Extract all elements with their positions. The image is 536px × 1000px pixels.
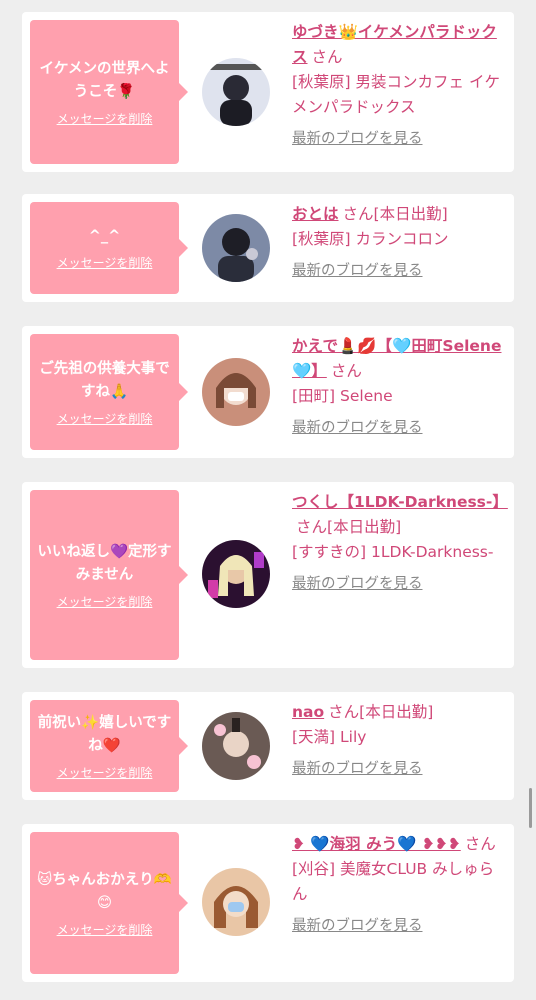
message-card: ^_^ メッセージを削除 おとは さん[本日出勤] [秋葉原] カランコロン 最新…	[22, 194, 514, 302]
message-bubble: ご先祖の供養大事ですね🙏 メッセージを削除	[30, 334, 188, 450]
shop-name: [秋葉原] 男装コンカフェ イケメンパラドックス	[292, 73, 500, 116]
work-status: [本日出勤]	[373, 205, 448, 223]
shop-name: [天満] Lily	[292, 728, 367, 746]
latest-blog-link[interactable]: 最新のブログを見る	[292, 572, 506, 597]
avatar[interactable]	[202, 214, 270, 282]
message-card: イケメンの世界へようこそ🌹 メッセージを削除 ゆづき👑イケメンパラドックス さん …	[22, 12, 514, 172]
sender-info: ゆづき👑イケメンパラドックス さん [秋葉原] 男装コンカフェ イケメンパラドック…	[292, 20, 506, 152]
message-text: ご先祖の供養大事ですね🙏	[39, 360, 170, 400]
delete-message-link[interactable]: メッセージを削除	[57, 764, 153, 781]
avatar[interactable]	[202, 712, 270, 780]
avatar[interactable]	[202, 540, 270, 608]
message-bubble: ^_^ メッセージを削除	[30, 202, 188, 294]
delete-message-link[interactable]: メッセージを削除	[57, 410, 153, 427]
sender-name-link[interactable]: nao	[292, 703, 324, 721]
message-card: 前祝い✨嬉しいですね❤️ メッセージを削除 nao さん[本日出勤] [天満] L…	[22, 692, 514, 800]
latest-blog-link[interactable]: 最新のブログを見る	[292, 127, 506, 152]
shop-name: [刈谷] 美魔女CLUB みしゅらん	[292, 860, 495, 903]
sender-name-link[interactable]: おとは	[292, 205, 339, 223]
latest-blog-link[interactable]: 最新のブログを見る	[292, 914, 506, 939]
avatar[interactable]	[202, 868, 270, 936]
work-status: [本日出勤]	[359, 703, 434, 721]
sender-name-link[interactable]: つくし【1LDK-Darkness-】	[292, 493, 508, 511]
honorific: さん	[342, 205, 374, 223]
sender-name-link[interactable]: かえで💄💋【🩵田町Selene🩵】	[292, 337, 501, 380]
message-text: イケメンの世界へようこそ🌹	[39, 60, 170, 100]
scrollbar[interactable]	[529, 788, 532, 828]
message-card: 🐱ちゃんおかえり🫶😊 メッセージを削除 ❥ 💙海羽 みう💙 ❥❥❥ さん [刈谷]…	[22, 824, 514, 982]
honorific: さん	[296, 518, 328, 536]
shop-name: [田町] Selene	[292, 387, 393, 405]
shop-name: [秋葉原] カランコロン	[292, 230, 449, 248]
sender-info: nao さん[本日出勤] [天満] Lily 最新のブログを見る	[292, 700, 506, 782]
avatar[interactable]	[202, 358, 270, 426]
sender-info: つくし【1LDK-Darkness-】さん[本日出勤] [すすきの] 1LDK-…	[292, 490, 508, 597]
honorific: さん	[328, 703, 360, 721]
message-text: ^_^	[88, 228, 121, 244]
latest-blog-link[interactable]: 最新のブログを見る	[292, 757, 506, 782]
shop-name: [すすきの] 1LDK-Darkness-	[292, 543, 494, 561]
delete-message-link[interactable]: メッセージを削除	[57, 110, 153, 127]
message-card: ご先祖の供養大事ですね🙏 メッセージを削除 かえで💄💋【🩵田町Selene🩵】さ…	[22, 326, 514, 458]
message-text: 前祝い✨嬉しいですね❤️	[37, 714, 172, 754]
message-bubble: 前祝い✨嬉しいですね❤️ メッセージを削除	[30, 700, 188, 792]
delete-message-link[interactable]: メッセージを削除	[57, 254, 153, 271]
honorific: さん	[464, 835, 496, 853]
sender-info: おとは さん[本日出勤] [秋葉原] カランコロン 最新のブログを見る	[292, 202, 506, 284]
latest-blog-link[interactable]: 最新のブログを見る	[292, 416, 506, 441]
message-text: 🐱ちゃんおかえり🫶😊	[37, 871, 172, 911]
work-status: [本日出勤]	[327, 518, 402, 536]
message-text: いいね返し💜定形すみません	[37, 543, 172, 583]
delete-message-link[interactable]: メッセージを削除	[57, 593, 153, 610]
message-bubble: 🐱ちゃんおかえり🫶😊 メッセージを削除	[30, 832, 188, 974]
message-card: いいね返し💜定形すみません メッセージを削除 つくし【1LDK-Darkness…	[22, 482, 514, 668]
avatar[interactable]	[202, 58, 270, 126]
sender-info: ❥ 💙海羽 みう💙 ❥❥❥ さん [刈谷] 美魔女CLUB みしゅらん 最新のブロ…	[292, 832, 506, 939]
delete-message-link[interactable]: メッセージを削除	[57, 921, 153, 938]
honorific: さん	[330, 362, 362, 380]
latest-blog-link[interactable]: 最新のブログを見る	[292, 259, 506, 284]
honorific: さん	[311, 48, 343, 66]
message-bubble: イケメンの世界へようこそ🌹 メッセージを削除	[30, 20, 188, 164]
message-bubble: いいね返し💜定形すみません メッセージを削除	[30, 490, 188, 660]
sender-name-link[interactable]: ❥ 💙海羽 みう💙 ❥❥❥	[292, 835, 461, 853]
sender-info: かえで💄💋【🩵田町Selene🩵】 さん [田町] Selene 最新のブログを見…	[292, 334, 506, 441]
